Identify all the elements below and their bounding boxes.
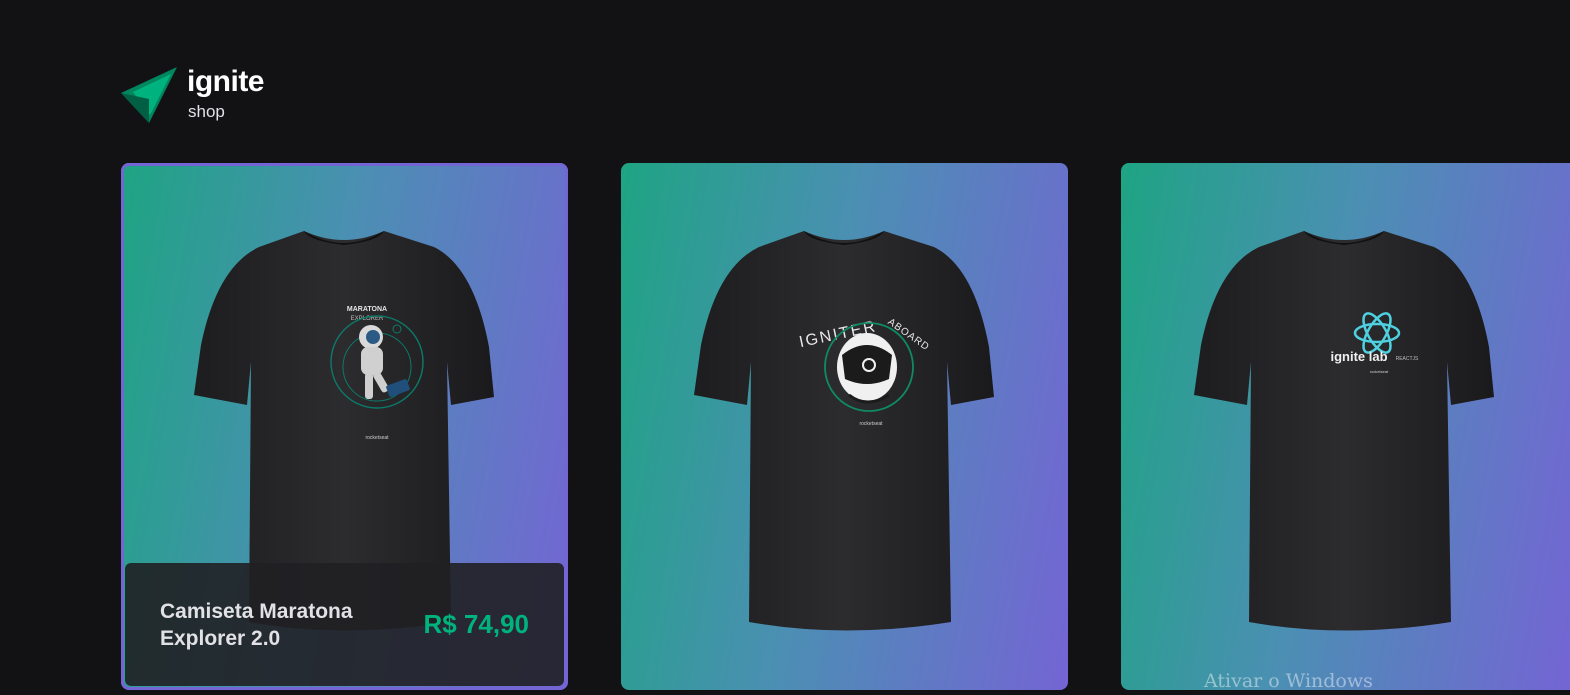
logo-title: ignite <box>187 65 265 98</box>
product-carousel[interactable]: MARATONA EXPLORER rocketseat Camiseta Ma… <box>121 163 1570 695</box>
brand-mark: rocketseat <box>859 421 883 427</box>
product-card[interactable]: IGNITER ABOARD rocketseat <box>621 163 1068 690</box>
product-card[interactable]: MARATONA EXPLORER rocketseat Camiseta Ma… <box>121 163 568 690</box>
product-card-footer: Camiseta Maratona Explorer 2.0 R$ 74,90 <box>125 563 564 686</box>
shirt-print-title: MARATONA <box>347 306 387 313</box>
product-name: Camiseta Maratona Explorer 2.0 <box>160 599 353 650</box>
tshirt-image: IGNITER ABOARD rocketseat <box>694 231 994 631</box>
shirt-print-subtitle: REACTJS <box>1396 356 1419 362</box>
tshirt-image: ignite lab REACTJS rocketseat <box>1194 231 1494 631</box>
page: ignite shop MARATONA EXPLORER rocketseat… <box>0 0 1570 695</box>
windows-activation-watermark: Ativar o Windows <box>1204 670 1373 692</box>
header-logo[interactable]: ignite shop <box>119 65 265 125</box>
brand-mark: rocketseat <box>365 435 389 441</box>
ignite-logo-icon <box>121 67 177 123</box>
logo-text: ignite shop <box>187 65 265 121</box>
shirt-print-title: ignite lab <box>1330 349 1387 364</box>
brand-mark: rocketseat <box>1370 369 1389 374</box>
product-price: R$ 74,90 <box>423 609 529 639</box>
logo-subtitle: shop <box>188 102 225 121</box>
product-card[interactable]: ignite lab REACTJS rocketseat <box>1121 163 1570 690</box>
